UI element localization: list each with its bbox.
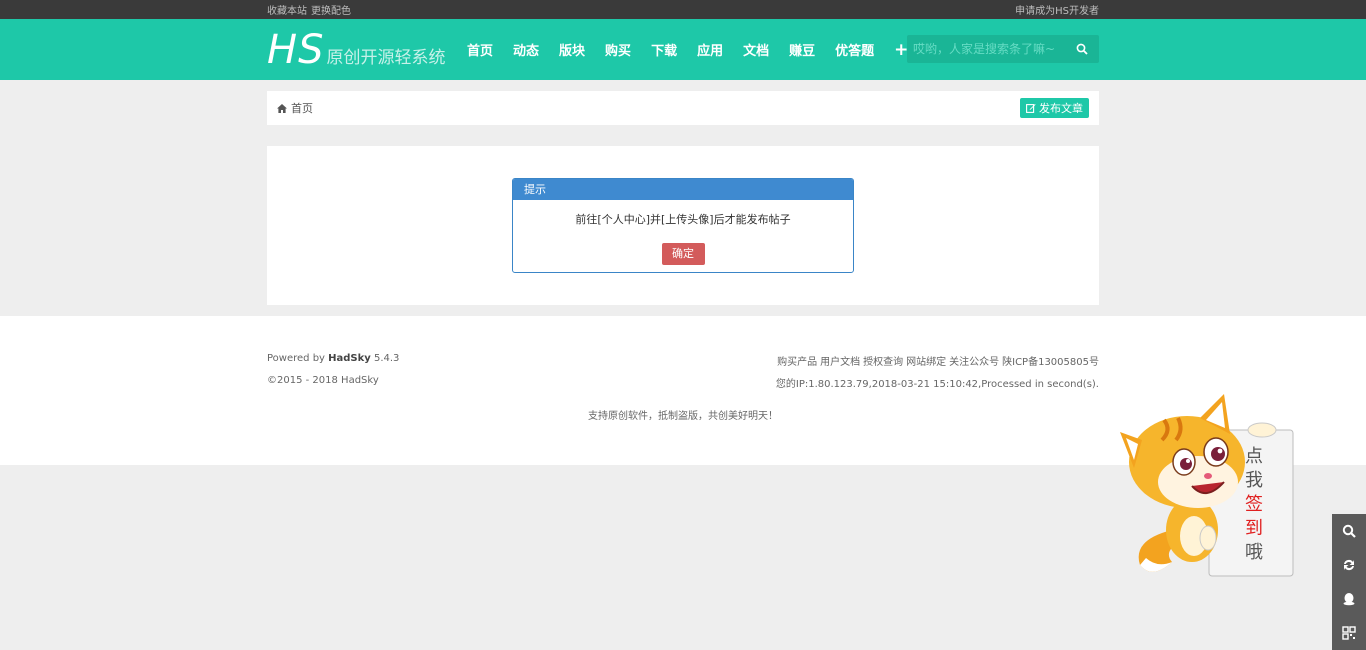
refresh-icon[interactable] xyxy=(1332,548,1366,582)
edit-icon xyxy=(1026,103,1036,113)
nav-item-download[interactable]: 下载 xyxy=(651,40,677,59)
home-icon xyxy=(277,103,287,113)
main-nav: 首页 动态 版块 购买 下载 应用 文档 赚豆 优答题 + xyxy=(467,40,908,60)
sign-char-5: 哦 xyxy=(1245,542,1263,563)
footer-link-bind[interactable]: 网站绑定 xyxy=(906,357,946,368)
header: HS 原创开源轻系统 首页 动态 版块 购买 下载 应用 文档 赚豆 优答题 + xyxy=(0,19,1366,80)
nav-item-docs[interactable]: 文档 xyxy=(743,40,769,59)
nav-item-buy[interactable]: 购买 xyxy=(605,40,631,59)
favorite-link[interactable]: 收藏本站 xyxy=(267,6,307,17)
nav-item-home[interactable]: 首页 xyxy=(467,40,493,59)
ip-info: 您的IP:1.80.123.79,2018-03-21 15:10:42,Pro… xyxy=(775,379,1099,390)
powered-by: Powered by HadSky 5.4.3 xyxy=(267,353,399,368)
nav-item-feed[interactable]: 动态 xyxy=(513,40,539,59)
sign-char-2: 我 xyxy=(1245,470,1263,491)
sign-char-1: 点 xyxy=(1245,446,1263,467)
footer-link-wechat[interactable]: 关注公众号 xyxy=(949,357,999,368)
breadcrumb-home[interactable]: 首页 xyxy=(291,100,313,116)
logo-text: HS xyxy=(267,26,325,73)
powered-prefix: Powered by xyxy=(267,353,329,364)
qrcode-icon[interactable] xyxy=(1332,616,1366,650)
powered-version: 5.4.3 xyxy=(370,353,400,364)
nav-item-apps[interactable]: 应用 xyxy=(697,40,723,59)
sign-char-4: 到 xyxy=(1245,518,1263,539)
alert-dialog: 提示 前往[个人中心]并[上传头像]后才能发布帖子 确定 xyxy=(512,178,854,273)
breadcrumb-bar: 首页 发布文章 xyxy=(267,91,1099,125)
search-box xyxy=(907,35,1099,63)
dialog-message: 前往[个人中心]并[上传头像]后才能发布帖子 xyxy=(575,213,791,226)
nav-item-quiz[interactable]: 优答题 xyxy=(835,40,874,59)
content-panel: 提示 前往[个人中心]并[上传头像]后才能发布帖子 确定 xyxy=(267,146,1099,305)
footer-links: 购买产品 用户文档 授权查询 网站绑定 关注公众号 陕ICP备13005805号 xyxy=(774,353,1099,368)
top-bar: 收藏本站 更换配色 申请成为HS开发者 xyxy=(0,0,1366,19)
footer-link-license[interactable]: 授权查询 xyxy=(863,357,903,368)
apply-developer-link[interactable]: 申请成为HS开发者 xyxy=(1015,2,1099,17)
footer-link-buy[interactable]: 购买产品 xyxy=(777,357,817,368)
sign-in-mascot[interactable]: 点 我 签 到 哦 xyxy=(1112,390,1302,580)
footer-slogan: 支持原创软件，抵制盗版，共创美好明天！ xyxy=(588,411,778,422)
search-icon[interactable] xyxy=(1332,514,1366,548)
side-toolbar xyxy=(1332,514,1366,650)
confirm-button[interactable]: 确定 xyxy=(661,243,705,265)
sign-char-3: 签 xyxy=(1245,494,1263,515)
site-logo[interactable]: HS 原创开源轻系统 xyxy=(267,30,467,70)
search-icon[interactable] xyxy=(1067,35,1097,63)
qq-icon[interactable] xyxy=(1332,582,1366,616)
logo-tagline: 原创开源轻系统 xyxy=(326,47,446,68)
footer-link-icp[interactable]: 陕ICP备13005805号 xyxy=(1002,357,1099,368)
change-color-link[interactable]: 更换配色 xyxy=(311,6,351,17)
dialog-title: 提示 xyxy=(513,179,853,200)
copyright: ©2015 - 2018 HadSky xyxy=(267,375,379,386)
nav-item-earn[interactable]: 赚豆 xyxy=(789,40,815,59)
footer-link-docs[interactable]: 用户文档 xyxy=(820,357,860,368)
search-input[interactable] xyxy=(907,35,1067,63)
publish-article-label: 发布文章 xyxy=(1039,102,1083,115)
powered-name[interactable]: HadSky xyxy=(328,353,371,364)
publish-article-button[interactable]: 发布文章 xyxy=(1020,98,1089,118)
nav-item-boards[interactable]: 版块 xyxy=(559,40,585,59)
breadcrumb[interactable]: 首页 xyxy=(277,100,313,116)
